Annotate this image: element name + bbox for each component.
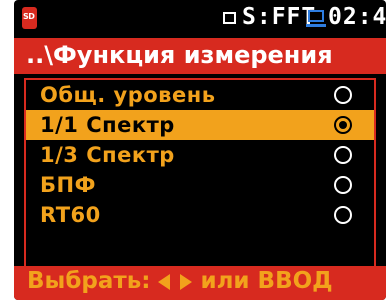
hint-text: Выбрать: или ВВОД xyxy=(27,268,333,294)
hint-suffix: или ВВОД xyxy=(200,268,333,294)
clock: 02:45 xyxy=(328,4,386,30)
menu-item-label: Общ. уровень xyxy=(40,83,216,107)
title-bar: ..\Функция измерения xyxy=(14,38,386,74)
radio-button[interactable] xyxy=(334,176,352,194)
right-arrow-icon xyxy=(180,273,193,290)
menu-item-label: БПФ xyxy=(40,173,96,197)
menu-item-rt60[interactable]: RT60 xyxy=(26,200,374,230)
menu-item-fft[interactable]: БПФ xyxy=(26,170,374,200)
radio-button[interactable] xyxy=(334,86,352,104)
menu-item-label: 1/3 Спектр xyxy=(40,143,175,167)
page-title: ..\Функция измерения xyxy=(26,41,333,69)
computer-icon xyxy=(308,10,324,22)
radio-button[interactable] xyxy=(334,146,352,164)
computer-icon-base xyxy=(306,24,326,27)
radio-dot xyxy=(339,121,347,129)
radio-button[interactable] xyxy=(334,206,352,224)
hint-bar: Выбрать: или ВВОД xyxy=(14,266,386,300)
menu-item-overall-level[interactable]: Общ. уровень xyxy=(26,80,374,110)
sd-card-icon: SD xyxy=(22,7,37,29)
sd-card-label: SD xyxy=(23,12,35,21)
menu-item-octave-spectrum[interactable]: 1/1 Спектр xyxy=(26,110,374,140)
device-screen: SD S:FFT 02:45 ..\Функция измерения Общ.… xyxy=(14,0,386,300)
radio-button-selected[interactable] xyxy=(334,116,352,134)
status-bar: SD S:FFT 02:45 xyxy=(14,0,386,38)
menu-item-label: 1/1 Спектр xyxy=(40,113,175,137)
hint-prefix: Выбрать: xyxy=(27,268,151,294)
menu-item-label: RT60 xyxy=(40,203,101,227)
square-icon xyxy=(223,12,236,24)
left-arrow-icon xyxy=(158,273,171,290)
menu-item-third-octave-spectrum[interactable]: 1/3 Спектр xyxy=(26,140,374,170)
